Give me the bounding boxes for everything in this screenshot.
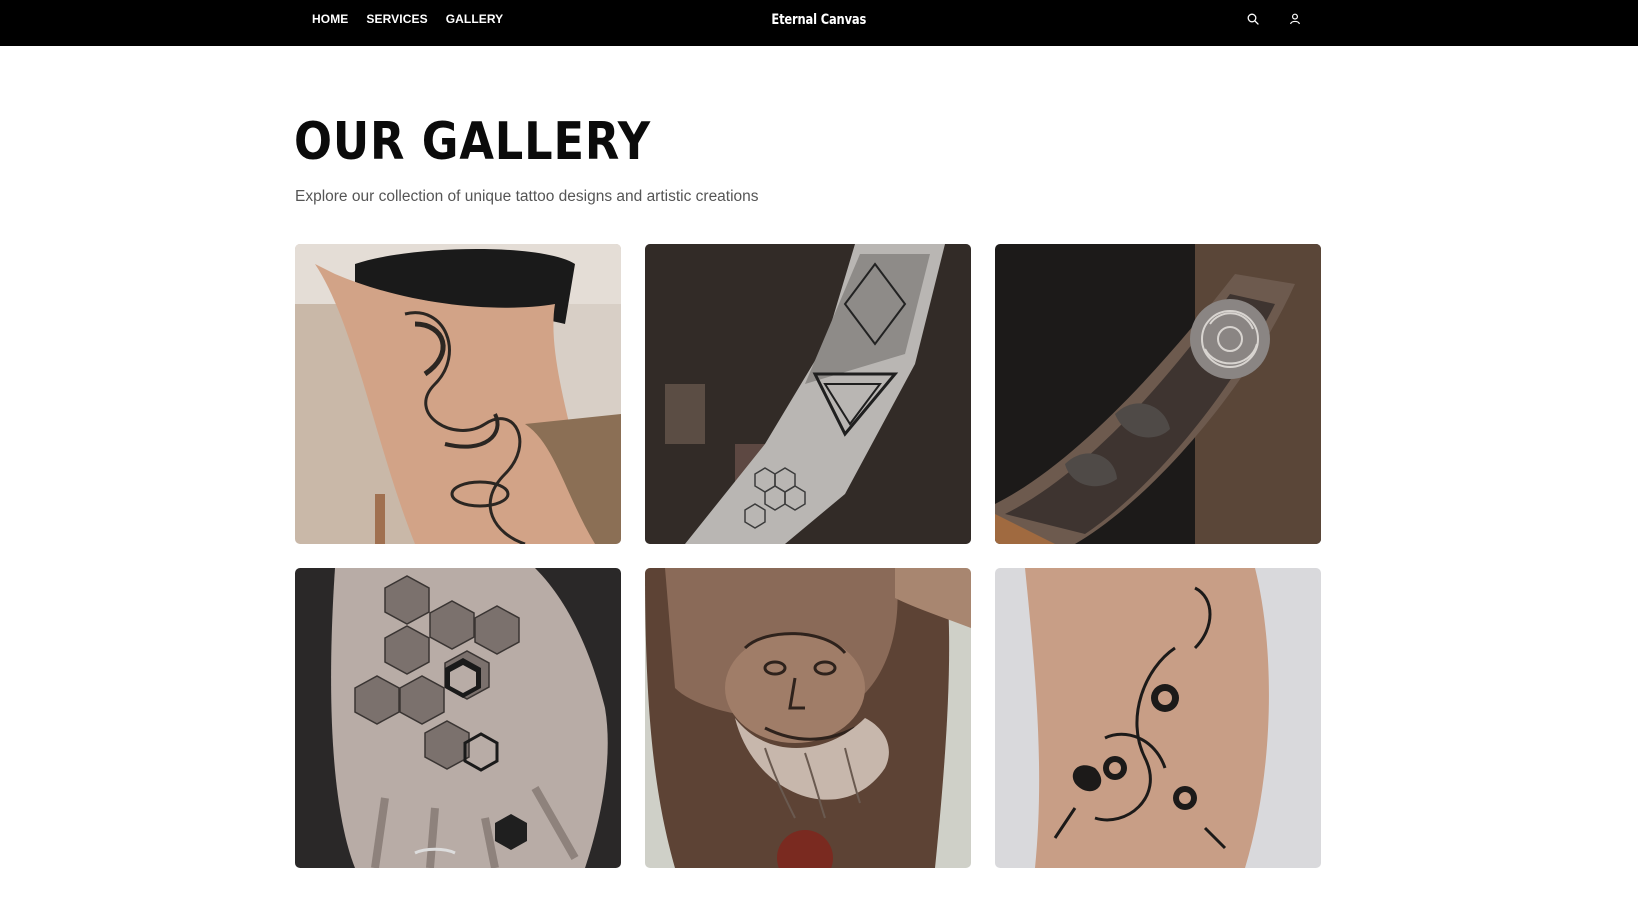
page-subtitle: Explore our collection of unique tattoo …: [295, 188, 759, 205]
gallery-item-portrait[interactable]: [645, 568, 971, 868]
page-title: OUR GALLERY: [294, 112, 652, 172]
top-navbar: HOME SERVICES GALLERY Eternal Canvas: [0, 0, 1638, 46]
gallery-item-geometric[interactable]: [645, 244, 971, 544]
gallery-item-rose[interactable]: [995, 244, 1321, 544]
brand-logo[interactable]: Eternal Canvas: [772, 12, 867, 28]
rose-forearm-tattoo-image: [995, 244, 1321, 544]
nav-icons: [1244, 10, 1304, 28]
tiger-leg-tattoo-image: [995, 568, 1321, 868]
dragon-thigh-tattoo-image: [295, 244, 621, 544]
gallery-item-tiger[interactable]: [995, 568, 1321, 868]
gallery-item-dragon[interactable]: [295, 244, 621, 544]
geometric-forearm-tattoo-image: [645, 244, 971, 544]
search-icon[interactable]: [1244, 10, 1262, 28]
nav-link-home[interactable]: HOME: [312, 12, 348, 26]
bearded-god-portrait-tattoo-image: [645, 568, 971, 868]
nav-link-services[interactable]: SERVICES: [366, 12, 427, 26]
hexagon-hand-tattoo-image: [295, 568, 621, 868]
gallery-item-hexagon-hand[interactable]: [295, 568, 621, 868]
main-nav: HOME SERVICES GALLERY: [312, 0, 503, 38]
nav-link-gallery[interactable]: GALLERY: [446, 12, 504, 26]
gallery-grid: [295, 244, 1322, 868]
user-icon[interactable]: [1286, 10, 1304, 28]
brand-wrapper: Eternal Canvas: [0, 0, 1638, 40]
